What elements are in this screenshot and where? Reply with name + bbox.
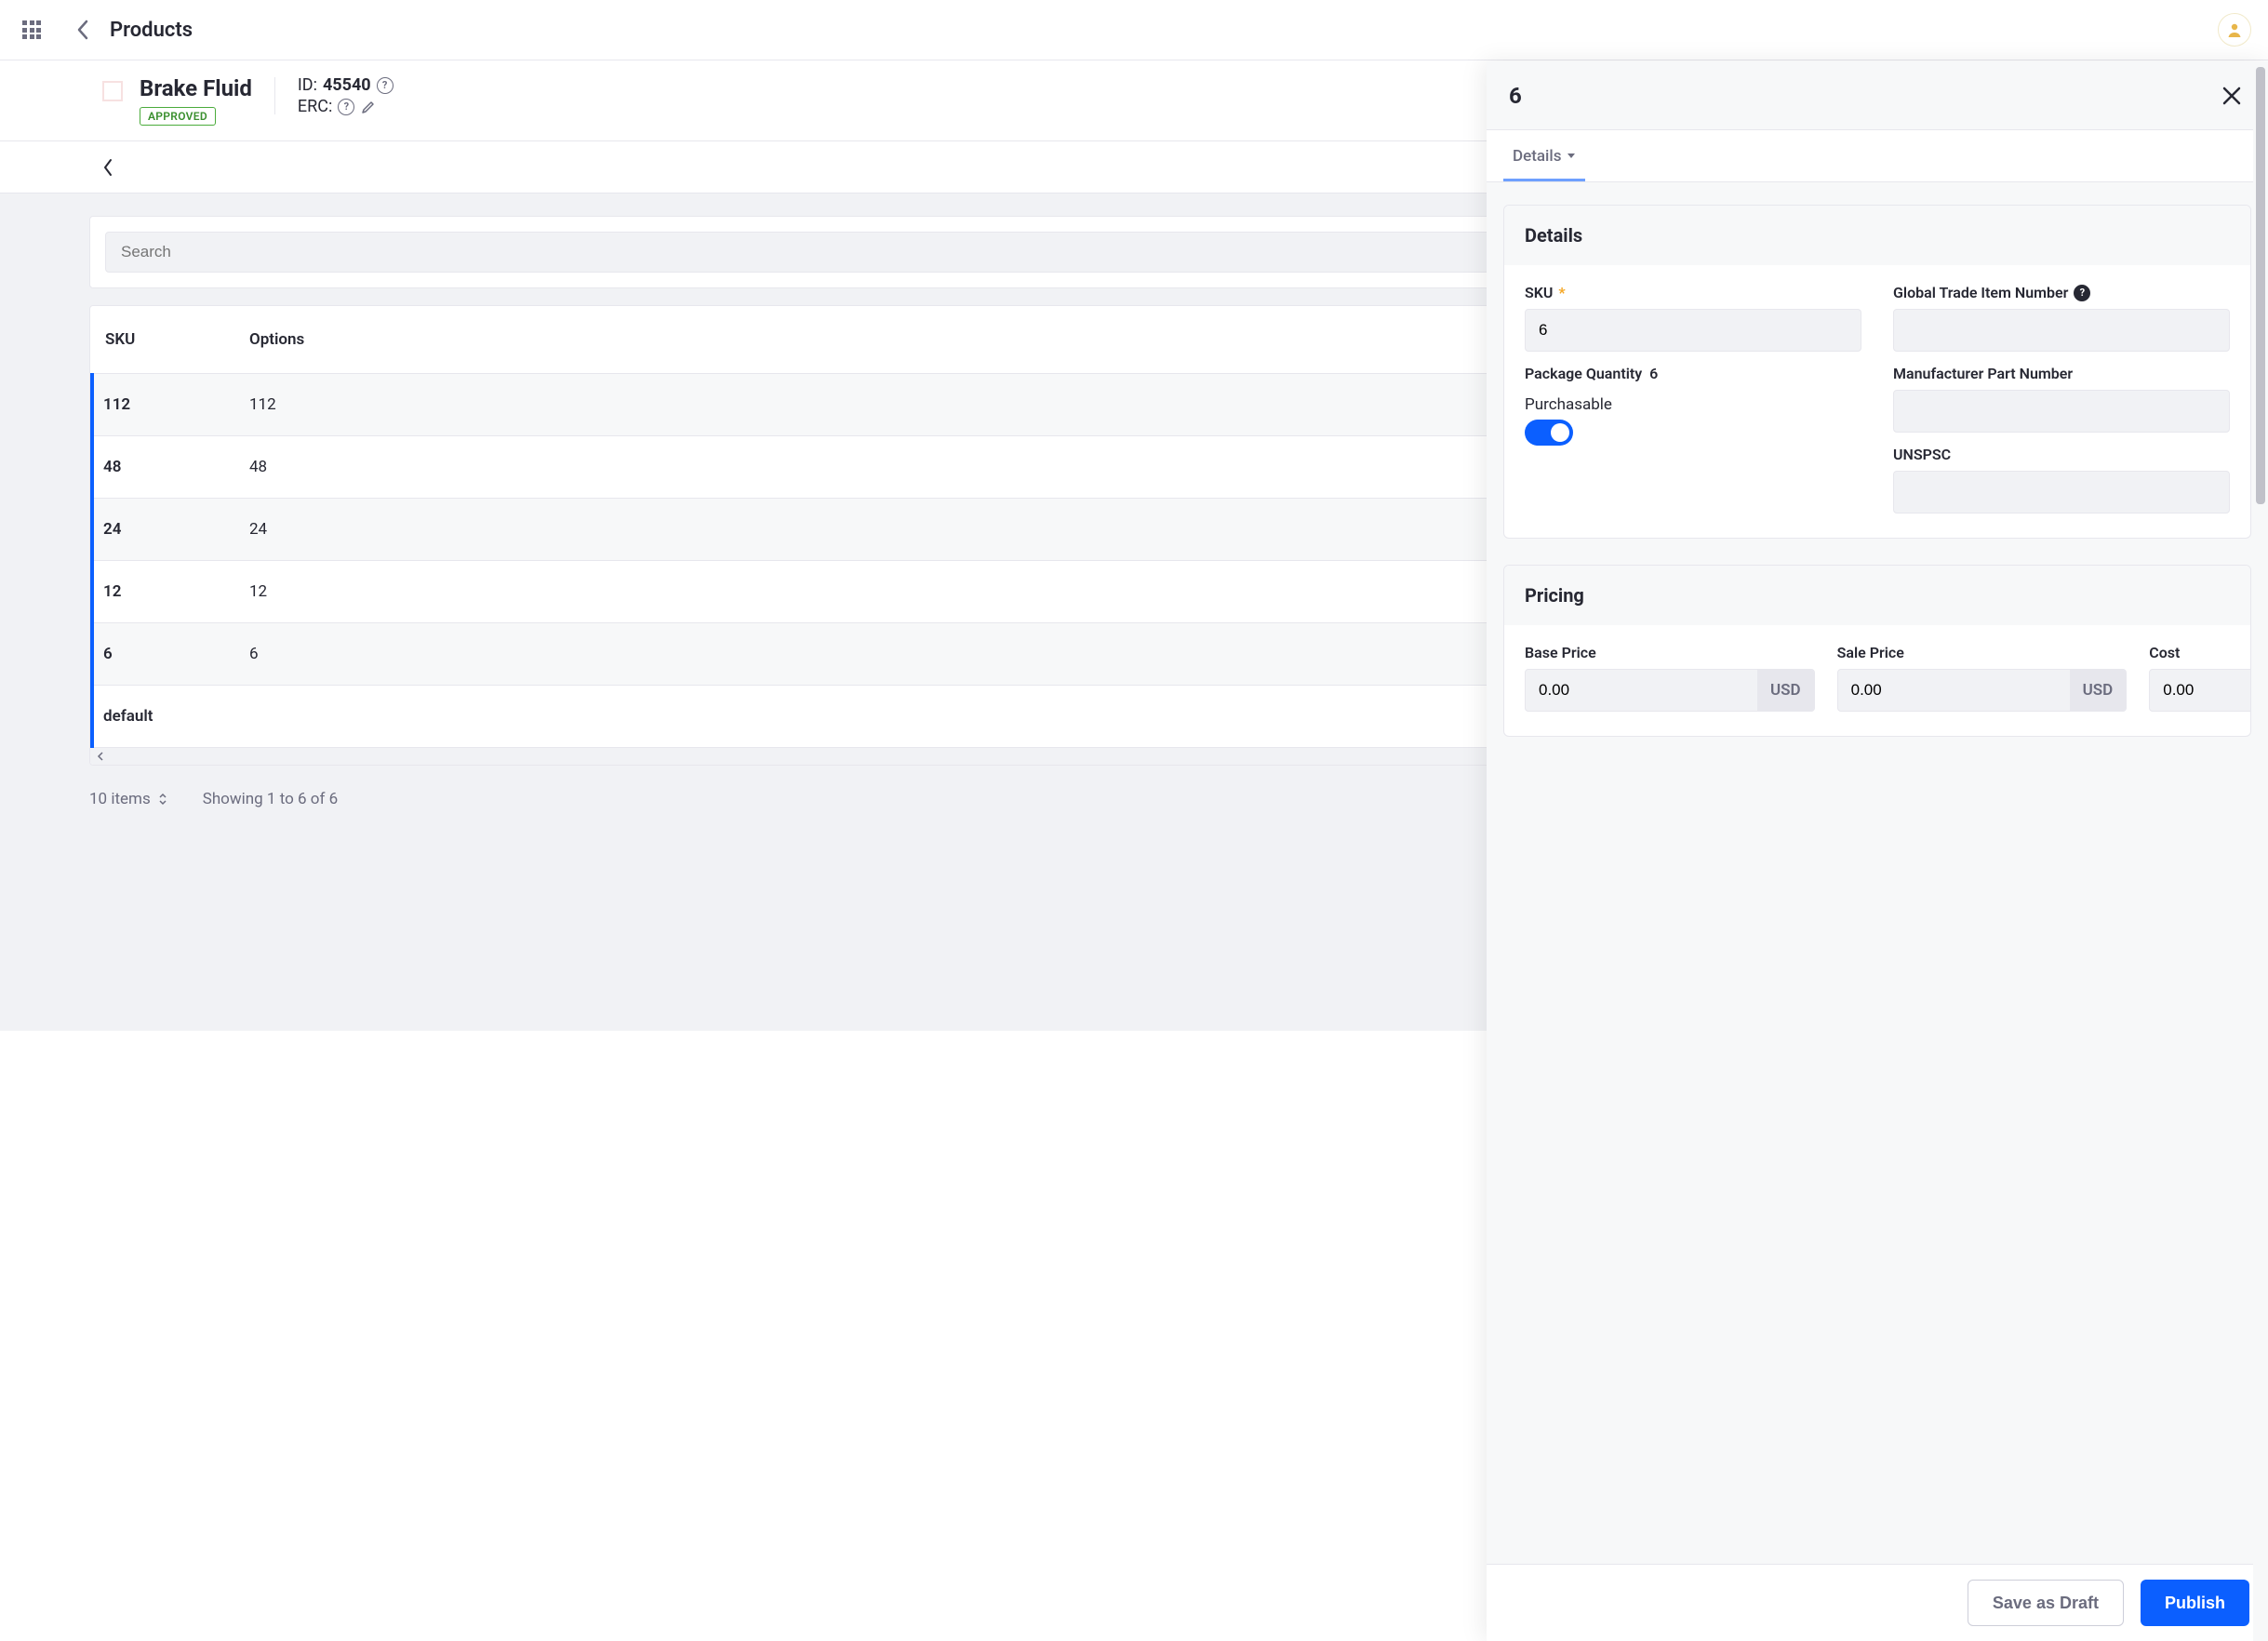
purchasable-row: Purchasable xyxy=(1525,395,1861,446)
erc-label: ERC: xyxy=(298,97,332,116)
required-indicator: * xyxy=(1558,284,1565,301)
panel-header: 6 xyxy=(1487,61,2268,130)
save-draft-button[interactable]: Save as Draft xyxy=(1968,1580,2124,1626)
id-value: 45540 xyxy=(323,75,371,95)
help-icon[interactable]: ? xyxy=(2074,285,2090,301)
unspsc-input[interactable] xyxy=(1893,471,2230,514)
mpn-field: Manufacturer Part Number xyxy=(1893,365,2230,433)
gtin-input[interactable] xyxy=(1893,309,2230,352)
pagination-range: Showing 1 to 6 of 6 xyxy=(203,790,338,808)
panel-title: 6 xyxy=(1509,83,1522,109)
panel-footer: Save as Draft Publish xyxy=(1487,1564,2268,1641)
side-panel: 6 Details Details SKU * xyxy=(1487,61,2268,1641)
help-icon[interactable]: ? xyxy=(377,77,394,94)
sale-price-input[interactable] xyxy=(1838,670,2070,711)
user-avatar[interactable] xyxy=(2218,13,2251,47)
currency-label: USD xyxy=(1757,670,1814,711)
details-heading: Details xyxy=(1504,206,2250,265)
apps-grid-icon[interactable] xyxy=(22,20,41,39)
help-icon[interactable]: ? xyxy=(338,99,354,115)
cost-input[interactable] xyxy=(2150,670,2251,711)
back-icon[interactable] xyxy=(76,20,89,40)
package-qty-row: Package Quantity 6 xyxy=(1525,365,1861,382)
sale-price-field: Sale Price USD xyxy=(1837,644,2128,712)
divider xyxy=(274,77,275,114)
scrollbar-thumb[interactable] xyxy=(2256,67,2265,504)
sort-icon xyxy=(158,793,167,806)
id-label: ID: xyxy=(298,75,317,95)
base-price-field: Base Price USD xyxy=(1525,644,1815,712)
currency-label: USD xyxy=(2070,670,2127,711)
product-thumbnail xyxy=(102,81,123,101)
topbar: Products xyxy=(0,0,2268,60)
items-per-page[interactable]: 10 items xyxy=(89,790,167,808)
status-badge: APPROVED xyxy=(140,107,216,126)
sku-input[interactable] xyxy=(1525,309,1861,352)
pricing-card: Pricing Base Price USD Sale Price xyxy=(1503,565,2251,737)
col-options[interactable]: Options xyxy=(236,306,1581,373)
mpn-input[interactable] xyxy=(1893,390,2230,433)
gtin-field: Global Trade Item Number ? xyxy=(1893,284,2230,352)
chevron-left-icon[interactable] xyxy=(102,158,113,177)
product-erc-row: ERC: ? xyxy=(298,97,394,116)
cost-field: Cost USD xyxy=(2149,644,2251,712)
product-id-row: ID: 45540 ? xyxy=(298,75,394,95)
page-scrollbar[interactable] xyxy=(2253,61,2268,1641)
purchasable-toggle[interactable] xyxy=(1525,420,1573,446)
product-name: Brake Fluid xyxy=(140,75,252,101)
edit-icon[interactable] xyxy=(360,99,377,115)
base-price-input[interactable] xyxy=(1526,670,1757,711)
page-title: Products xyxy=(110,19,193,42)
panel-tabs: Details xyxy=(1487,130,2268,182)
tab-details[interactable]: Details xyxy=(1503,134,1585,181)
col-sku[interactable]: SKU xyxy=(92,306,236,373)
sku-field: SKU * xyxy=(1525,284,1861,352)
close-icon[interactable] xyxy=(2218,82,2246,110)
chevron-down-icon xyxy=(1567,153,1576,160)
panel-body: Details SKU * Package Quantity xyxy=(1487,182,2268,1641)
unspsc-field: UNSPSC xyxy=(1893,446,2230,514)
publish-button[interactable]: Publish xyxy=(2141,1580,2249,1626)
chevron-left-icon[interactable] xyxy=(96,752,105,761)
pricing-heading: Pricing xyxy=(1504,566,2250,625)
details-card: Details SKU * Package Quantity xyxy=(1503,205,2251,539)
